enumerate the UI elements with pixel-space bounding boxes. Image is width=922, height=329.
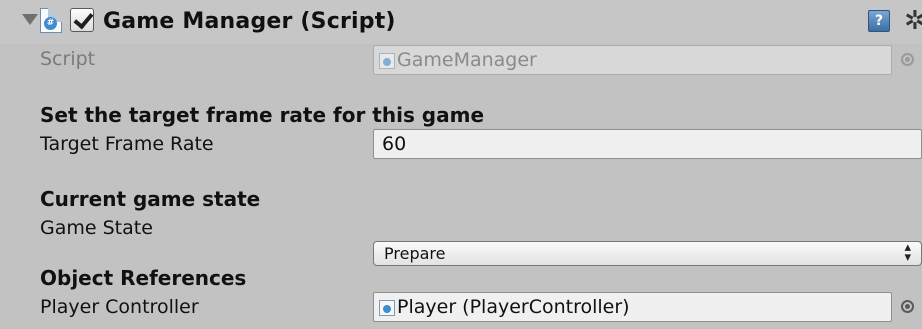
game-state-heading: Current game state xyxy=(40,187,261,211)
script-label: Script xyxy=(40,48,96,70)
script-value: GameManager xyxy=(397,49,537,71)
target-frame-rate-heading: Set the target frame rate for this game xyxy=(40,103,485,127)
player-controller-value: Player (PlayerController) xyxy=(397,296,630,318)
game-state-dropdown[interactable]: Prepare ▴ ▾ xyxy=(373,241,922,266)
dropdown-arrows-icon: ▴ ▾ xyxy=(904,240,911,265)
foldout-arrow-icon[interactable] xyxy=(22,14,38,25)
component-header: # Game Manager (Script) ? ✲ xyxy=(0,0,922,44)
script-field: GameManager xyxy=(373,45,892,75)
game-state-label[interactable]: Game State xyxy=(40,217,153,239)
player-object-icon xyxy=(379,300,395,316)
script-file-icon xyxy=(379,53,395,69)
object-references-heading: Object References xyxy=(40,266,247,290)
target-frame-rate-value: 60 xyxy=(382,133,407,155)
object-picker-icon[interactable] xyxy=(901,300,914,313)
script-picker-icon xyxy=(901,53,914,66)
player-controller-field[interactable]: Player (PlayerController) xyxy=(373,292,892,322)
help-book-icon[interactable]: ? xyxy=(868,10,890,32)
csharp-script-icon: # xyxy=(40,8,62,33)
target-frame-rate-label[interactable]: Target Frame Rate xyxy=(40,133,214,155)
component-title[interactable]: Game Manager (Script) xyxy=(103,9,396,34)
target-frame-rate-input[interactable]: 60 xyxy=(373,129,922,159)
game-state-value: Prepare xyxy=(384,244,446,263)
player-controller-label[interactable]: Player Controller xyxy=(40,296,199,318)
component-enabled-checkbox[interactable] xyxy=(70,8,94,32)
gear-icon[interactable]: ✲ xyxy=(904,6,922,36)
